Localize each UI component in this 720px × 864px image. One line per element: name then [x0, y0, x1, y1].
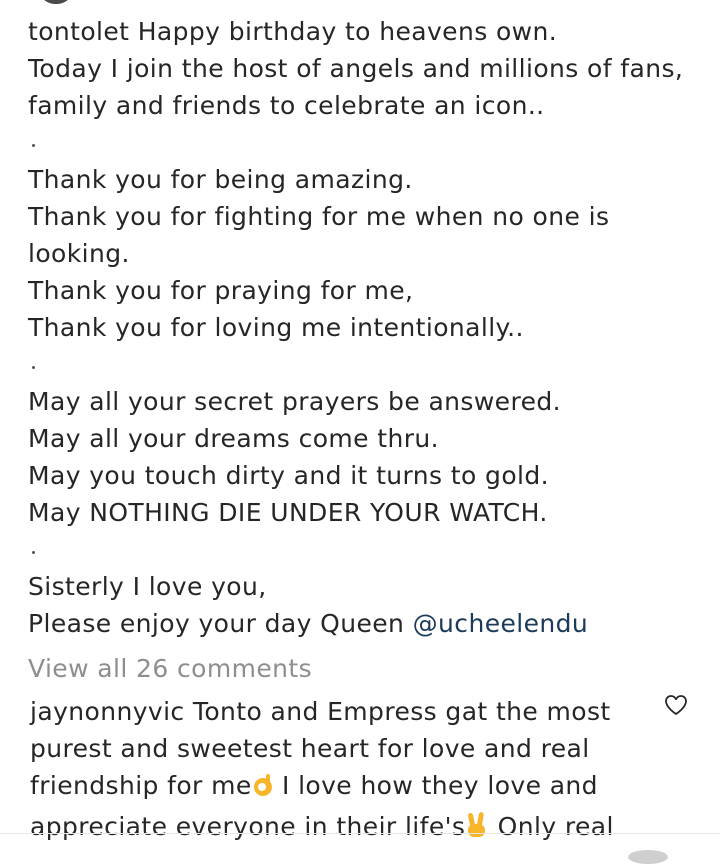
- caption-text: Please enjoy your day Queen: [28, 609, 413, 638]
- avatar[interactable]: [42, 0, 70, 4]
- comment-line: purest and sweetest heart for love and r…: [30, 734, 590, 763]
- caption-line: May all your dreams come thru.: [28, 424, 440, 453]
- comment-line: appreciate everyone in their life's Only…: [30, 808, 650, 849]
- caption-line: Thank you for fighting for me when no on…: [28, 202, 610, 231]
- caption-line: May NOTHING DIE UNDER YOUR WATCH.: [28, 498, 548, 527]
- avatar[interactable]: [628, 850, 668, 864]
- post-caption: tontolet Happy birthday to heavens own. …: [28, 13, 698, 642]
- ok-hand-emoji: [252, 771, 274, 808]
- comment-line: friendship for me I love how they love a…: [30, 767, 650, 808]
- divider: [0, 833, 720, 834]
- caption-line: Please enjoy your day Queen @ucheelendu: [28, 605, 698, 642]
- comment-line: jaynonnyvic Tonto and Empress gat the mo…: [30, 697, 611, 726]
- caption-line: family and friends to celebrate an icon.…: [28, 91, 545, 120]
- view-all-comments-link[interactable]: View all 26 comments: [28, 650, 312, 687]
- caption-line: May all your secret prayers be answered.: [28, 387, 561, 416]
- caption-line: Thank you for being amazing.: [28, 165, 413, 194]
- comment-text: friendship for me: [30, 771, 252, 800]
- caption-line: looking.: [28, 239, 130, 268]
- comment-text: Only real: [489, 812, 614, 841]
- caption-line: Sisterly I love you,: [28, 572, 267, 601]
- caption-line: Thank you for loving me intentionally..: [28, 313, 524, 342]
- comment-text: appreciate everyone in their life's: [30, 812, 466, 841]
- caption-line: tontolet Happy birthday to heavens own.: [28, 17, 558, 46]
- caption-separator: [28, 124, 698, 161]
- caption-line: Today I join the host of angels and mill…: [28, 54, 684, 83]
- caption-separator: [28, 531, 698, 568]
- mention-link[interactable]: @ucheelendu: [413, 609, 588, 638]
- comment-text: I love how they love and: [273, 771, 598, 800]
- victory-hand-emoji: [465, 811, 489, 849]
- caption-line: May you touch dirty and it turns to gold…: [28, 461, 549, 490]
- heart-icon[interactable]: [664, 694, 688, 716]
- comment: jaynonnyvic Tonto and Empress gat the mo…: [30, 693, 650, 849]
- caption-line: Thank you for praying for me,: [28, 276, 414, 305]
- caption-separator: [28, 346, 698, 383]
